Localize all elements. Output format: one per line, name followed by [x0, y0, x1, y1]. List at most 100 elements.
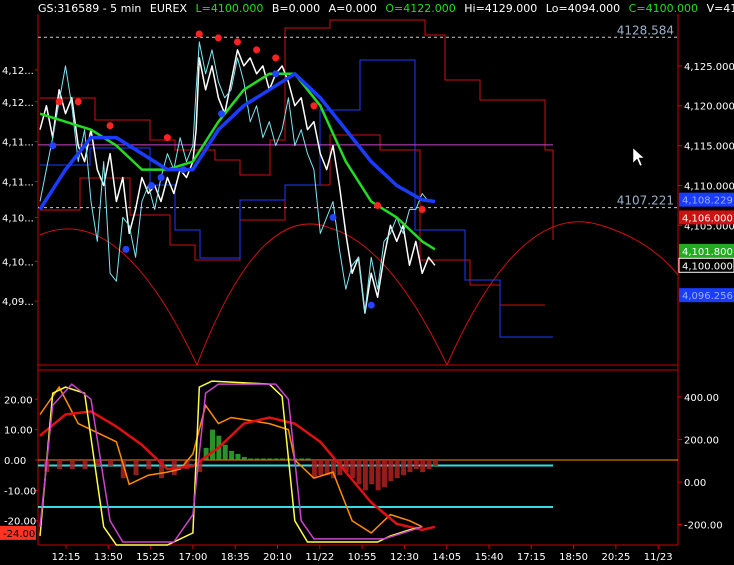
red-envelope-upper	[40, 19, 554, 240]
x-tick-label: 12:15	[52, 552, 81, 563]
osc-left-label: 20.00	[4, 395, 33, 406]
osc-left-label: 10.00	[4, 426, 33, 437]
histogram-bar	[318, 460, 324, 476]
histogram-bar	[394, 460, 400, 479]
x-tick-label: 11/22	[305, 552, 334, 563]
right-tick-label: 4,125.000	[684, 62, 734, 73]
red-arc-indicator	[39, 221, 679, 366]
mouse-cursor-icon	[632, 147, 645, 167]
blue-dot	[367, 301, 375, 309]
histogram-bar	[388, 460, 394, 482]
histogram-bar	[254, 458, 260, 460]
price-label-text: 4,101.800	[682, 247, 733, 258]
blue_ma-series	[38, 72, 436, 211]
histogram-bar	[69, 460, 75, 470]
x-tick-label: 15:25	[136, 552, 165, 563]
histogram-bar	[267, 458, 273, 460]
right-tick-label: 4,120.000	[684, 102, 734, 113]
osc-left-label: 0.00	[4, 456, 26, 467]
x-tick-label: 14:05	[432, 552, 461, 563]
price-label-text: 4,108.229	[682, 196, 733, 207]
right-tick-label: 4,110.000	[684, 182, 734, 193]
histogram-bar	[273, 458, 279, 460]
osc-left-label: -10.00	[4, 486, 36, 497]
osc-right-label: -200.00	[684, 521, 723, 532]
histogram-bar	[133, 460, 139, 476]
price-label-text: 4,096.256	[682, 291, 733, 302]
histogram-bar	[375, 460, 381, 491]
price-label-text: 4,106.000	[682, 213, 733, 224]
red-dot	[214, 34, 222, 42]
histogram-bar	[381, 460, 387, 488]
price-label-text: 4,100.000	[682, 261, 733, 272]
histogram-bar	[426, 460, 432, 470]
blue-dot	[147, 182, 155, 190]
histogram-bar	[401, 460, 407, 476]
x-tick-label: 12:30	[390, 552, 419, 563]
red-dot	[310, 102, 318, 110]
histogram-bar	[209, 429, 215, 460]
histogram-bar	[331, 460, 337, 479]
x-tick-label: 17:00	[178, 552, 207, 563]
left-tick-label: 4,10...	[2, 257, 34, 268]
price-chart[interactable]: 4,125.000 4,120.000 4,115.000 4,110.000 4,10…	[0, 0, 734, 565]
histogram-bar	[260, 458, 266, 460]
red-dot	[374, 201, 382, 209]
left-tick-label: 4,12...	[2, 98, 34, 109]
osc-right-label: 0.00	[684, 478, 706, 489]
histogram-bar	[356, 460, 362, 485]
annotation-label: 4107.221	[617, 194, 674, 208]
blue-dot	[218, 110, 226, 118]
left-tick-label: 4,09...	[2, 297, 34, 308]
histogram-bar	[299, 458, 305, 460]
x-tick-label: 15:40	[475, 552, 504, 563]
blue-dot	[329, 213, 337, 221]
blue-dot	[157, 174, 165, 182]
red-dot	[195, 30, 203, 38]
blue-dot	[179, 166, 187, 174]
histogram-bar	[222, 444, 228, 460]
histogram-bar	[95, 460, 101, 467]
histogram-bar	[248, 458, 254, 460]
red-dot	[418, 205, 426, 213]
histogram-bar	[407, 460, 413, 473]
x-tick-label: 20:25	[601, 552, 630, 563]
left-tick-label: 4,11...	[2, 178, 34, 189]
left-tick-label: 4,11...	[2, 138, 34, 149]
histogram-bar	[229, 450, 235, 460]
histogram-bar	[108, 460, 114, 467]
right-tick-label: 4,115.000	[684, 142, 734, 153]
red-dot	[233, 38, 241, 46]
red-dot	[74, 98, 82, 106]
x-tick-label: 18:35	[221, 552, 250, 563]
histogram-bar	[241, 456, 247, 460]
histogram-bar	[82, 460, 88, 470]
histogram-bar	[280, 458, 286, 460]
osc-badge-label: -24.00	[3, 529, 35, 540]
osc-right-label: 200.00	[684, 436, 719, 447]
osc-right-label: 400.00	[684, 393, 719, 404]
histogram-bar	[146, 460, 152, 470]
red-dot	[55, 98, 63, 106]
histogram-bar	[311, 460, 317, 479]
histogram-bar	[432, 460, 438, 467]
x-tick-label: 10:55	[348, 552, 377, 563]
x-tick-label: 11/23	[644, 552, 673, 563]
histogram-bar	[369, 460, 375, 485]
histogram-bar	[305, 458, 311, 460]
red-dot	[272, 54, 280, 62]
annotation-label: 4128.584	[617, 23, 674, 37]
histogram-bar	[362, 460, 368, 491]
red-dot	[253, 46, 261, 54]
blue-dot	[272, 70, 280, 78]
histogram-bar	[57, 460, 63, 470]
price-series	[39, 49, 436, 314]
blue-dot	[49, 142, 57, 150]
red-dot	[106, 122, 114, 130]
red-dot	[163, 134, 171, 142]
blue-dot	[122, 245, 130, 253]
left-tick-label: 4,12...	[2, 66, 34, 77]
histogram-bar	[235, 453, 241, 460]
histogram-bar	[420, 460, 426, 473]
x-tick-label: 13:50	[94, 552, 123, 563]
